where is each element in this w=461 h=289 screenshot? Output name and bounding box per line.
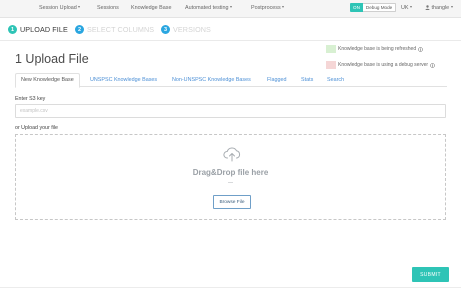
- region-label: UK: [401, 5, 409, 11]
- legend-swatch-red: [326, 61, 336, 69]
- wizard-steps: 1 UPLOAD FILE 2 SELECT COLUMNS 3 VERSION…: [8, 25, 308, 35]
- s3-key-label: Enter S3 key: [15, 96, 46, 102]
- tab-search[interactable]: Search: [327, 73, 344, 87]
- tab-new-knowledge-base[interactable]: New Knowledge Base: [15, 73, 80, 88]
- step-upload-file[interactable]: 1 UPLOAD FILE: [8, 25, 68, 34]
- dropzone-title: Drag&Drop file here: [192, 168, 269, 177]
- step-number: 3: [161, 25, 170, 34]
- user-menu[interactable]: thangle: [425, 5, 453, 11]
- browse-file-button[interactable]: Browse File: [213, 195, 251, 209]
- nav-postprocess-label: Postprocess: [251, 5, 281, 11]
- step-versions[interactable]: 3 VERSIONS: [161, 25, 211, 34]
- nav-automated-testing-label: Automated testing: [185, 5, 229, 11]
- submit-button[interactable]: SUBMIT: [412, 267, 449, 282]
- file-dropzone[interactable]: Drag&Drop file here — Browse File: [15, 134, 446, 220]
- step-label: SELECT COLUMNS: [87, 25, 155, 34]
- legend-refreshing-text: Knowledge base is being refreshed: [338, 46, 417, 52]
- tab-stats[interactable]: Stats: [301, 73, 313, 87]
- step-number: 1: [8, 25, 17, 34]
- debug-mode-toggle[interactable]: ON Debug Mode: [350, 3, 397, 12]
- user-icon: [425, 5, 430, 10]
- legend-swatch-green: [326, 45, 336, 53]
- dropzone-separator: —: [228, 180, 233, 186]
- tab-unspsc-knowledge-bases[interactable]: UNSPSC Knowledge Bases: [90, 73, 157, 87]
- nav-knowledge-base[interactable]: Knowledge Base: [131, 5, 171, 11]
- info-icon[interactable]: [430, 62, 435, 68]
- step-label: UPLOAD FILE: [20, 25, 68, 34]
- caret-down-icon: [450, 6, 453, 8]
- kb-tabs: New Knowledge Base UNSPSC Knowledge Base…: [15, 73, 447, 88]
- s3-key-input[interactable]: [15, 104, 446, 118]
- nav-automated-testing[interactable]: Automated testing: [185, 5, 232, 11]
- step-select-columns[interactable]: 2 SELECT COLUMNS: [75, 25, 154, 34]
- top-navbar: Session Upload Sessions Knowledge Base A…: [0, 0, 461, 18]
- tab-non-unspsc-knowledge-bases[interactable]: Non-UNSPSC Knowledge Bases: [172, 73, 251, 87]
- caret-down-icon: [410, 6, 412, 8]
- region-dropdown[interactable]: UK: [401, 5, 412, 11]
- legend-debug-server: Knowledge base is using a debug server: [326, 61, 435, 69]
- debug-toggle-on: ON: [350, 3, 363, 12]
- caret-down-icon: [78, 6, 81, 8]
- caret-down-icon: [282, 6, 285, 8]
- step-number: 2: [75, 25, 84, 34]
- nav-session-upload[interactable]: Session Upload: [39, 5, 81, 11]
- debug-toggle-label: Debug Mode: [362, 3, 397, 12]
- info-icon[interactable]: [418, 46, 423, 52]
- nav-knowledge-base-label: Knowledge Base: [131, 5, 172, 11]
- upload-file-label: or Upload your file: [15, 125, 58, 131]
- caret-down-icon: [229, 6, 232, 8]
- steps-divider: [0, 40, 461, 41]
- footer-divider: [0, 287, 461, 288]
- nav-sessions[interactable]: Sessions: [97, 5, 119, 11]
- user-name: thangle: [431, 5, 450, 11]
- nav-session-upload-label: Session Upload: [39, 5, 77, 11]
- legend-refreshing: Knowledge base is being refreshed: [326, 45, 423, 53]
- page-title: 1 Upload File: [15, 52, 89, 66]
- legend-debug-text: Knowledge base is using a debug server: [338, 62, 429, 68]
- step-label: VERSIONS: [173, 25, 211, 34]
- tab-flagged[interactable]: Flagged: [267, 73, 286, 87]
- nav-sessions-label: Sessions: [97, 5, 119, 11]
- cloud-upload-icon: [223, 147, 241, 162]
- nav-postprocess[interactable]: Postprocess: [251, 5, 285, 11]
